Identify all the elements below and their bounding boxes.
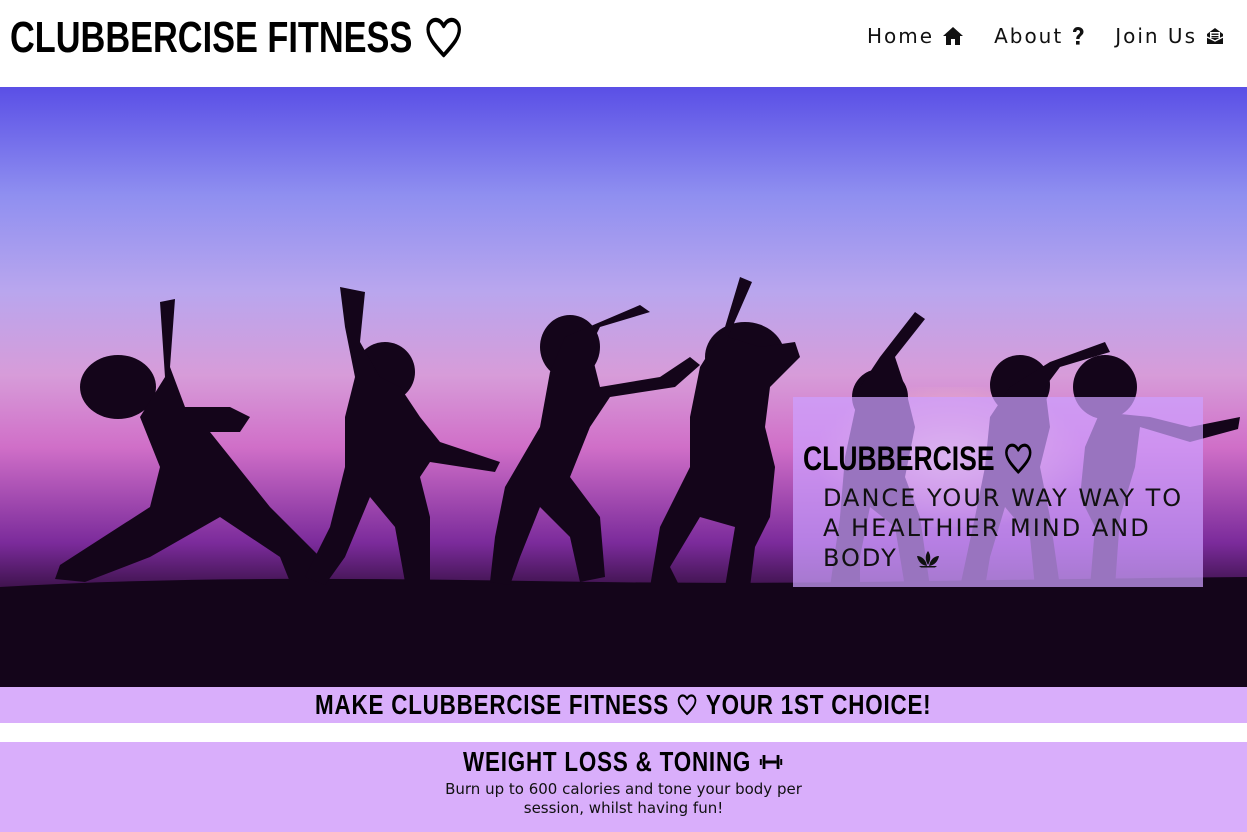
banner-text-before: MAKE CLUBBERCISE FITNESS bbox=[315, 689, 670, 720]
feature-title: WEIGHT LOSS & TONING bbox=[463, 746, 752, 777]
feature-weight-loss: WEIGHT LOSS & TONING Burn up to 600 calo… bbox=[0, 742, 1247, 832]
feature-description: Burn up to 600 calories and tone your bo… bbox=[445, 780, 802, 817]
nav-join-us[interactable]: Join Us bbox=[1115, 24, 1225, 48]
question-icon bbox=[1071, 26, 1085, 46]
nav-about[interactable]: About bbox=[994, 24, 1085, 48]
dancers-silhouette bbox=[0, 277, 1247, 687]
hero-tagline: DANCE YOUR WAY WAY TO A HEALTHIER MIND A… bbox=[823, 483, 1193, 575]
section-gap bbox=[0, 723, 1247, 742]
choice-banner: MAKE CLUBBERCISE FITNESS YOUR 1ST CHOICE… bbox=[0, 687, 1247, 723]
lotus-icon bbox=[915, 545, 941, 575]
site-header: CLUBBERCISE FITNESS Home About Join Us bbox=[0, 0, 1247, 87]
dumbbell-icon bbox=[760, 751, 784, 773]
hero-caption-title-row: CLUBBERCISE bbox=[803, 439, 1032, 479]
nav-home[interactable]: Home bbox=[867, 24, 964, 48]
heart-icon bbox=[677, 694, 698, 716]
hero-tagline-text: DANCE YOUR WAY WAY TO A HEALTHIER MIND A… bbox=[823, 484, 1184, 572]
envelope-icon bbox=[1205, 26, 1225, 46]
feature-title-row: WEIGHT LOSS & TONING bbox=[463, 746, 783, 778]
brand-logo[interactable]: CLUBBERCISE FITNESS bbox=[10, 12, 462, 64]
home-icon bbox=[942, 26, 964, 46]
banner-text-after: YOUR 1ST CHOICE! bbox=[706, 689, 932, 720]
heart-icon bbox=[425, 17, 462, 59]
hero-image: CLUBBERCISE DANCE YOUR WAY WAY TO A HEAL… bbox=[0, 87, 1247, 687]
brand-title: CLUBBERCISE FITNESS bbox=[10, 13, 413, 62]
nav-join-us-label: Join Us bbox=[1115, 24, 1197, 48]
nav-about-label: About bbox=[994, 24, 1064, 48]
hero-caption-box: CLUBBERCISE DANCE YOUR WAY WAY TO A HEAL… bbox=[793, 397, 1203, 587]
main-nav: Home About Join Us bbox=[867, 24, 1225, 48]
nav-home-label: Home bbox=[867, 24, 935, 48]
hero-caption-title: CLUBBERCISE bbox=[803, 440, 995, 478]
choice-banner-text: MAKE CLUBBERCISE FITNESS YOUR 1ST CHOICE… bbox=[315, 689, 931, 721]
heart-icon bbox=[1004, 443, 1032, 475]
